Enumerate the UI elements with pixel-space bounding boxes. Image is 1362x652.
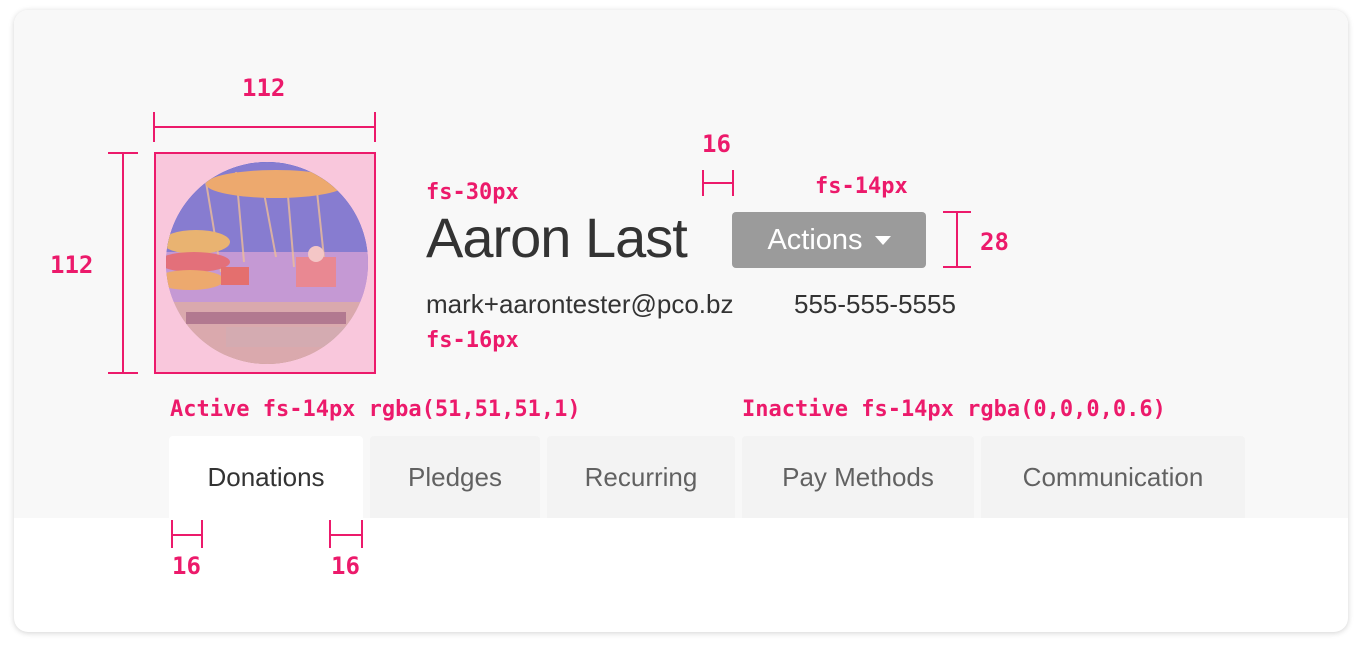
avatar-width-annotation: 112	[242, 74, 286, 102]
phone-text: 555-555-5555	[794, 289, 956, 319]
avatar-frame	[154, 152, 376, 374]
gap-tick-left	[702, 170, 704, 196]
profile-card: 112 112 fs-30px Aaron Last 16 fs-14px Ac…	[14, 10, 1348, 632]
tab-padding-left-annotation: 16	[172, 552, 201, 580]
avatar-height-line	[122, 152, 124, 374]
avatar-tint	[166, 162, 368, 364]
tab-label: Communication	[1022, 461, 1204, 492]
avatar-height-tick-top	[108, 152, 138, 154]
person-name: Aaron Last	[426, 206, 688, 269]
actions-height-annotation: 28	[980, 228, 1009, 256]
actions-height-tick-bottom	[943, 266, 971, 268]
actions-height-tick-top	[943, 211, 971, 213]
gap-line	[702, 182, 734, 184]
tab-padding-right-tick-b	[361, 520, 363, 548]
tab-recurring[interactable]: Recurring	[547, 436, 735, 518]
avatar-height-tick-bottom	[108, 372, 138, 374]
tab-padding-right-line	[329, 534, 363, 536]
tab-pledges[interactable]: Pledges	[370, 436, 540, 518]
tab-padding-right-tick-a	[329, 520, 331, 548]
avatar-height-annotation: 112	[50, 251, 94, 279]
tab-padding-right-annotation: 16	[331, 552, 360, 580]
tab-padding-left-line	[171, 534, 203, 536]
tab-label: Pledges	[408, 461, 502, 492]
gap-annotation: 16	[702, 130, 731, 158]
active-tab-annotation: Active fs-14px rgba(51,51,51,1)	[170, 397, 581, 422]
tab-pay-methods[interactable]: Pay Methods	[742, 436, 974, 518]
avatar[interactable]	[166, 162, 368, 364]
email-text: mark+aarontester@pco.bz	[426, 289, 734, 319]
tab-donations[interactable]: Donations	[169, 436, 363, 518]
caret-down-icon	[874, 235, 891, 245]
avatar-width-line	[154, 126, 376, 128]
contact-font-annotation: fs-16px	[426, 328, 519, 353]
actions-button-label: Actions	[767, 223, 863, 256]
tab-padding-left-tick-b	[201, 520, 203, 548]
tab-padding-left-tick-a	[171, 520, 173, 548]
tab-label: Pay Methods	[782, 461, 934, 492]
actions-height-line	[956, 212, 958, 268]
tab-communication[interactable]: Communication	[981, 436, 1245, 518]
name-font-annotation: fs-30px	[426, 180, 519, 205]
avatar-width-tick-left	[153, 112, 155, 142]
tab-label: Donations	[207, 461, 325, 492]
avatar-width-tick-right	[374, 112, 376, 142]
gap-tick-right	[732, 170, 734, 196]
inactive-tab-annotation: Inactive fs-14px rgba(0,0,0,0.6)	[742, 397, 1166, 422]
tab-label: Recurring	[584, 461, 698, 492]
actions-dropdown-button[interactable]: Actions	[732, 212, 926, 268]
actions-font-annotation: fs-14px	[815, 174, 908, 199]
